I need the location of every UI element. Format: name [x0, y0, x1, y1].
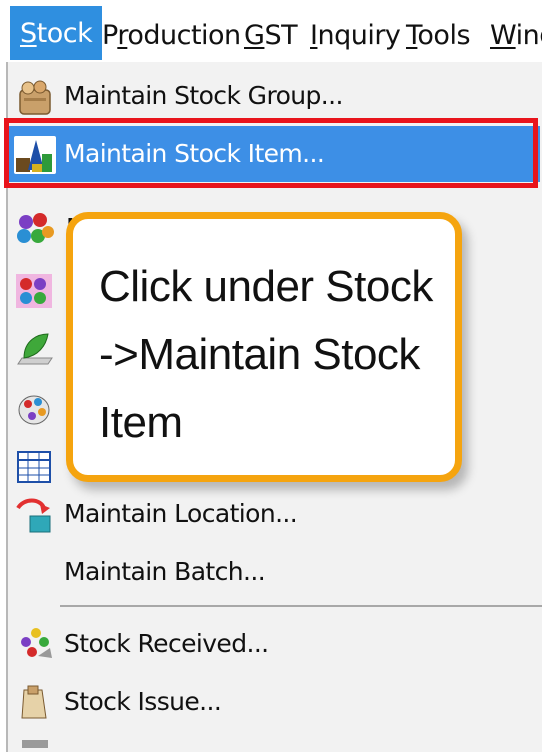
callout-text: Click under Stock ->Maintain Stock Item	[99, 253, 439, 457]
location-arrow-icon	[14, 496, 56, 534]
menu-window[interactable]: Wind	[490, 12, 542, 60]
highlight-box	[4, 118, 538, 188]
menu-stock-label: Stock	[20, 18, 93, 49]
paint-palette-icon	[14, 390, 56, 428]
stock-received-icon	[14, 626, 56, 664]
menu-item-maintain-location[interactable]: Maintain Location...	[8, 486, 540, 542]
callout-line: Click under Stock	[99, 262, 433, 311]
menu-stock[interactable]: Stock	[10, 6, 103, 60]
menu-item-maintain-batch[interactable]: Maintain Batch...	[8, 544, 540, 600]
menu-item-stock-issue[interactable]: Stock Issue...	[8, 674, 540, 730]
mnemonic-char: I	[310, 20, 318, 51]
mnemonic-char: r	[117, 20, 128, 51]
colored-balls-pink-icon	[14, 272, 56, 310]
menu-item-maintain-stock-group[interactable]: Maintain Stock Group...	[8, 68, 540, 124]
menu-production-label: Production	[102, 20, 241, 51]
menu-production[interactable]: Production	[102, 12, 241, 60]
menu-inquiry[interactable]: Inquiry	[310, 12, 401, 60]
menu-item-label: Maintain Stock Group...	[64, 81, 343, 110]
green-leaf-icon	[14, 330, 56, 368]
menu-icon	[14, 738, 56, 748]
callout-line: ->Maintain Stock	[99, 330, 420, 379]
menu-inquiry-label: Inquiry	[310, 20, 401, 51]
menu-tools[interactable]: Tools	[406, 12, 471, 60]
menu-item-label: Maintain Batch...	[64, 557, 266, 586]
menu-gst[interactable]: GST	[244, 12, 298, 60]
menu-separator	[60, 605, 542, 607]
mnemonic-char: T	[406, 20, 418, 51]
menu-bar: Stock Production GST Inquiry Tools Wind	[0, 0, 542, 66]
callout-line: Item	[99, 398, 183, 447]
menu-item-label: Stock Received...	[64, 629, 269, 658]
menu-item-label: Maintain Location...	[64, 499, 298, 528]
mnemonic-char: W	[490, 20, 516, 51]
menu-gst-label: GST	[244, 20, 298, 51]
mnemonic-char: S	[20, 18, 37, 49]
instruction-callout: Click under Stock ->Maintain Stock Item	[66, 212, 462, 482]
stock-group-icon	[14, 78, 56, 116]
menu-tools-label: Tools	[406, 20, 471, 51]
menu-window-label: Wind	[490, 20, 542, 51]
colored-balls-icon	[14, 210, 56, 248]
grid-table-icon	[14, 448, 56, 486]
stock-issue-icon	[14, 684, 56, 722]
mnemonic-char: G	[244, 20, 265, 51]
menu-item-cut-off[interactable]	[8, 726, 540, 748]
menu-item-label: Stock Issue...	[64, 687, 222, 716]
menu-item-stock-received[interactable]: Stock Received...	[8, 616, 540, 672]
